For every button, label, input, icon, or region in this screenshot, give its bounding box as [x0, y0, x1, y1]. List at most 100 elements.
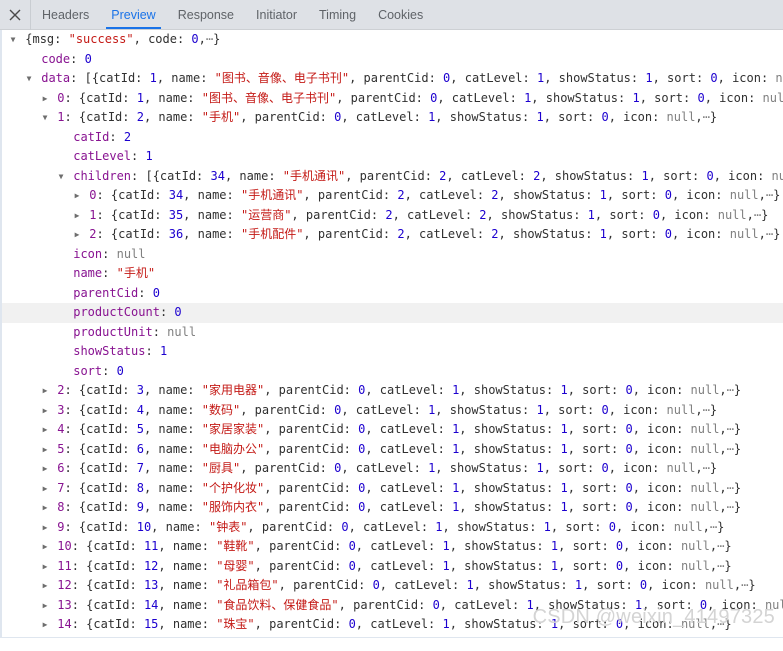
json-row[interactable]: ▶ 7: {catId: 8, name: "个护化妆", parentCid:… [2, 479, 783, 499]
json-row[interactable]: ▶ sort: 0 [2, 362, 783, 382]
json-token-p: , sort: [606, 227, 665, 241]
json-token-p: , name: [143, 500, 202, 514]
tab-preview[interactable]: Preview [100, 0, 166, 29]
chevron-right-icon[interactable]: ▶ [40, 479, 50, 499]
json-token-p: , name: [224, 168, 283, 183]
json-token-p: , showStatus: [486, 207, 588, 222]
json-row[interactable]: ▶ name: "手机" [2, 264, 783, 284]
json-row[interactable]: ▶ 9: {catId: 10, name: "钟表", parentCid: … [2, 518, 783, 538]
chevron-down-icon[interactable]: ▼ [24, 69, 34, 89]
json-row[interactable]: ▼ 1: {catId: 2, name: "手机", parentCid: 0… [2, 108, 783, 128]
json-token-p: , showStatus: [435, 461, 537, 475]
chevron-right-icon[interactable]: ▶ [40, 420, 50, 440]
chevron-right-icon[interactable]: ▶ [40, 596, 50, 616]
json-row[interactable]: ▶ 1: {catId: 35, name: "运营商", parentCid:… [2, 206, 783, 226]
json-token-p: , icon: [608, 110, 667, 124]
json-token-nul: null [680, 539, 710, 553]
json-tree: ▼ {msg: "success", code: 0,⋯}▶ code: 0▼ … [2, 30, 783, 637]
json-token-p: , name: [158, 539, 217, 553]
json-row[interactable]: ▼ {msg: "success", code: 0,⋯} [2, 30, 783, 50]
json-token-p: : {catId: [64, 402, 137, 417]
json-token-p: : {catId: [96, 188, 169, 202]
json-token-p: , parentCid: [278, 578, 373, 592]
json-row[interactable]: ▶ parentCid: 0 [2, 284, 783, 304]
chevron-right-icon[interactable]: ▶ [40, 89, 50, 109]
tab-cookies[interactable]: Cookies [367, 0, 434, 29]
json-row[interactable]: ▶ 0: {catId: 34, name: "手机通讯", parentCid… [2, 186, 783, 206]
json-row[interactable]: ▶ code: 0 [2, 50, 783, 70]
chevron-right-icon[interactable]: ▶ [40, 557, 50, 577]
chevron-right-icon[interactable]: ▶ [40, 576, 50, 596]
close-button[interactable] [0, 0, 30, 29]
chevron-right-icon[interactable]: ▶ [40, 537, 50, 557]
json-token-p: } [724, 539, 732, 553]
json-row[interactable]: ▶ productUnit: null [2, 323, 783, 343]
json-token-p: , catLevel: [437, 90, 525, 105]
chevron-right-icon[interactable]: ▶ [40, 615, 50, 635]
json-token-nul: null [762, 90, 783, 105]
chevron-right-icon[interactable]: ▶ [40, 401, 50, 421]
chevron-right-icon[interactable]: ▶ [72, 186, 82, 206]
json-token-p: : [70, 51, 85, 66]
json-token-num: 1 [599, 227, 607, 241]
json-row[interactable]: ▶ catId: 2 [2, 128, 783, 148]
chevron-right-icon[interactable]: ▶ [40, 459, 50, 479]
json-token-p: } [773, 188, 781, 202]
json-row[interactable]: ▶ productCount: 0 [2, 303, 783, 323]
json-row[interactable]: ▶ 14: {catId: 15, name: "珠宝", parentCid:… [2, 615, 783, 635]
chevron-spacer: ▶ [24, 50, 34, 70]
chevron-down-icon[interactable]: ▼ [40, 108, 50, 128]
json-row[interactable]: ▶ 5: {catId: 6, name: "电脑办公", parentCid:… [2, 440, 783, 460]
json-row[interactable]: ▶ 2: {catId: 3, name: "家用电器", parentCid:… [2, 381, 783, 401]
tab-initiator[interactable]: Initiator [245, 0, 308, 29]
json-row[interactable]: ▶ 13: {catId: 14, name: "食品饮料、保健食品", par… [2, 596, 783, 616]
json-row[interactable]: ▶ icon: null [2, 245, 783, 265]
json-preview-panel[interactable]: ▼ {msg: "success", code: 0,⋯}▶ code: 0▼ … [0, 30, 783, 637]
json-token-p: , name: [143, 461, 202, 475]
json-token-p: , showStatus: [449, 539, 551, 553]
json-row[interactable]: ▶ 10: {catId: 11, name: "鞋靴", parentCid:… [2, 537, 783, 557]
json-token-nul: null [729, 188, 759, 202]
json-row[interactable]: ▶ catLevel: 1 [2, 147, 783, 167]
json-token-num: 0 [152, 285, 160, 300]
json-row[interactable]: ▶ 6: {catId: 7, name: "厨具", parentCid: 0… [2, 459, 783, 479]
json-row[interactable]: ▶ 4: {catId: 5, name: "家居家装", parentCid:… [2, 420, 783, 440]
json-token-num: 2 [397, 188, 405, 202]
tab-headers[interactable]: Headers [31, 0, 100, 29]
json-token-num: 6 [136, 441, 144, 456]
json-row[interactable]: ▶ 3: {catId: 4, name: "数码", parentCid: 0… [2, 401, 783, 421]
chevron-right-icon[interactable]: ▶ [40, 381, 50, 401]
json-token-p: , parentCid: [247, 519, 342, 534]
tab-response[interactable]: Response [167, 0, 245, 29]
json-row[interactable]: ▶ 12: {catId: 13, name: "礼品箱包", parentCi… [2, 576, 783, 596]
json-token-num: 1 [159, 344, 168, 358]
json-token-num: 0 [432, 597, 440, 612]
json-token-str: "食品饮料、保健食品" [216, 597, 339, 612]
chevron-right-icon[interactable]: ▶ [40, 518, 50, 538]
json-token-p: , parentCid: [254, 558, 349, 573]
json-row[interactable]: ▶ showStatus: 1 [2, 342, 783, 362]
chevron-right-icon[interactable]: ▶ [40, 498, 50, 518]
chevron-down-icon[interactable]: ▼ [56, 167, 66, 187]
chevron-right-icon[interactable]: ▶ [72, 225, 82, 245]
json-token-k: name [73, 266, 103, 280]
tab-timing[interactable]: Timing [308, 0, 367, 29]
json-token-p: , [733, 578, 742, 592]
json-token-num: 1 [442, 558, 450, 573]
chevron-down-icon[interactable]: ▼ [8, 30, 18, 50]
json-token-p: , sort: [567, 383, 626, 397]
json-token-p: , showStatus: [449, 558, 551, 573]
json-token-p: , icon: [632, 500, 691, 514]
json-row[interactable]: ▼ children: [{catId: 34, name: "手机通讯", p… [2, 167, 783, 187]
json-token-p: , parentCid: [303, 188, 398, 202]
json-token-num: 2 [123, 129, 132, 144]
chevron-right-icon[interactable]: ▶ [72, 206, 82, 226]
json-row[interactable]: ▶ 2: {catId: 36, name: "手机配件", parentCid… [2, 225, 783, 245]
json-row[interactable]: ▶ 0: {catId: 1, name: "图书、音像、电子书刊", pare… [2, 89, 783, 109]
json-row[interactable]: ▶ 11: {catId: 12, name: "母婴", parentCid:… [2, 557, 783, 577]
json-token-p: , catLevel: [355, 617, 443, 631]
chevron-right-icon[interactable]: ▶ [40, 440, 50, 460]
json-row[interactable]: ▼ data: [{catId: 1, name: "图书、音像、电子书刊", … [2, 69, 783, 89]
json-row[interactable]: ▶ 8: {catId: 9, name: "服饰内衣", parentCid:… [2, 498, 783, 518]
chevron-spacer: ▶ [56, 323, 66, 343]
